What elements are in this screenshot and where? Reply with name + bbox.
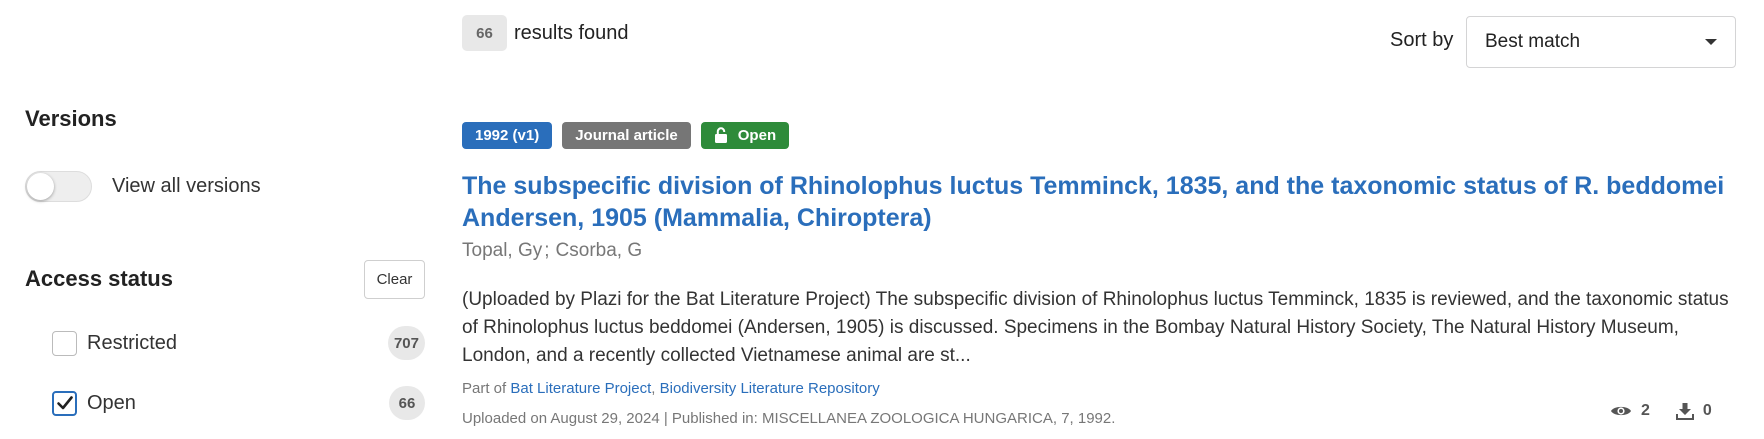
record-title-link[interactable]: The subspecific division of Rhinolophus … [462,170,1732,234]
open-checkbox[interactable] [52,390,77,416]
views-count: 2 [1641,402,1650,419]
toggle-track[interactable] [25,171,92,202]
unlock-icon [714,127,728,144]
results-count-badge: 66 [462,15,507,51]
view-all-versions-label: View all versions [112,175,261,197]
access-open-badge: Open [700,122,790,149]
access-open-label: Open [737,127,777,144]
toggle-knob [27,173,54,200]
filters-sidebar: Versions View all versions Access status… [25,0,425,439]
sort-select-dropdown[interactable]: Best match [1466,16,1736,68]
downloads-stat: 0 [1675,402,1712,420]
views-stat: 2 [1610,402,1650,420]
facet-label-open: Open [87,391,136,414]
facet-item-restricted[interactable]: Restricted 707 [52,325,425,361]
resource-type-badge: Journal article [562,122,691,149]
downloads-count: 0 [1702,402,1712,419]
record-description: (Uploaded by Plazi for the Bat Literatur… [462,289,1729,366]
facet-count-restricted: 707 [387,326,425,360]
results-summary: 66 results found [462,15,629,51]
author-name[interactable]: Topal, Gy [462,240,542,261]
clear-access-status-button[interactable]: Clear [364,260,425,299]
download-icon [1675,403,1694,420]
sort-selected-value: Best match [1485,31,1581,52]
view-all-versions-toggle[interactable]: View all versions [25,171,261,202]
sort-by-label: Sort by [1390,29,1454,51]
check-icon [56,396,73,410]
facet-count-open: 66 [389,386,425,420]
record-upload-info: Uploaded on August 29, 2024 | Published … [462,410,1116,427]
facet-label-restricted: Restricted [87,331,178,354]
record-badges: 1992 (v1) Journal article Open [462,122,790,149]
results-found-text: results found [514,21,629,44]
version-badge: 1992 (v1) [462,122,553,149]
access-status-facet-title: Access status [25,266,173,291]
community-separator: , [651,380,656,397]
part-of-prefix: Part of [462,380,507,397]
author-separator: ; [544,240,550,261]
restricted-checkbox[interactable] [52,330,77,356]
author-name[interactable]: Csorba, G [556,240,643,261]
record-stats: 2 0 [1610,402,1712,420]
search-results-page: Versions View all versions Access status… [0,0,1764,439]
eye-icon [1611,406,1631,416]
record-authors: Topal, Gy; Csorba, G [462,240,642,262]
record-communities: Part of Bat Literature Project, Biodiver… [462,380,880,397]
community-link[interactable]: Bat Literature Project [510,380,651,397]
community-link[interactable]: Biodiversity Literature Repository [660,380,880,397]
facet-item-open[interactable]: Open 66 [52,385,425,421]
versions-facet-title: Versions [25,106,117,131]
caret-down-icon [1705,39,1717,45]
